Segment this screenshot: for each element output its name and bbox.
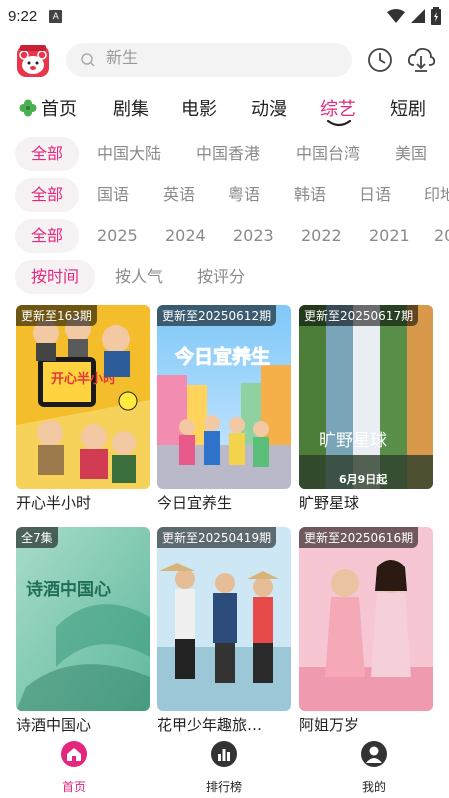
show-title: 今日宜养生 (157, 494, 233, 512)
nav-home-label: 首页 (61, 780, 86, 794)
show-title: 开心半小时 (16, 494, 92, 512)
search-placeholder: 新生 (106, 48, 139, 67)
bottom-navigation: 首页 排行榜 我的 (0, 734, 449, 798)
episode-badge: 更新至20250419期 (157, 527, 277, 548)
search-icon (81, 53, 95, 67)
tab-series[interactable]: 剧集 (113, 95, 149, 121)
filter-region-mainland[interactable]: 中国大陆 (97, 137, 161, 171)
filter-language-korean[interactable]: 韩语 (294, 178, 326, 212)
show-card[interactable]: 开心半小时 更新至163期 开心半小时 (16, 305, 150, 513)
filter-language-english[interactable]: 英语 (163, 178, 195, 212)
show-card[interactable]: 诗酒中国心 全7集 诗酒中国心 (16, 527, 150, 735)
filter-language-mandarin[interactable]: 国语 (97, 178, 129, 212)
wifi-icon (387, 9, 405, 23)
status-bar: 9:22 A (0, 0, 449, 32)
filter-year-2024[interactable]: 2024 (165, 219, 206, 253)
chart-icon (211, 741, 237, 767)
episode-badge: 更新至163期 (16, 305, 97, 326)
top-bar: 新生 (0, 40, 449, 84)
sort-by-time[interactable]: 按时间 (15, 260, 96, 294)
filter-year-2020[interactable]: 20 (434, 219, 449, 253)
filter-year-2022[interactable]: 2022 (301, 219, 342, 253)
poster-title-text: 今日宜养生 (174, 345, 270, 368)
nav-home[interactable]: 首页 (34, 740, 114, 795)
show-card[interactable]: 今日宜养生 更新至20250612期 今日宜养生 (157, 305, 291, 513)
active-tab-indicator (326, 119, 352, 127)
year-filter-row: 全部 2025 2024 2023 2022 2021 20 (0, 219, 449, 255)
episode-badge: 全7集 (16, 527, 58, 548)
tab-home-label: 首页 (41, 99, 77, 120)
poster-art: 诗酒中国心 (16, 527, 150, 711)
status-time: 9:22 (8, 7, 38, 25)
poster-art (157, 527, 291, 711)
poster-image: 开心半小时 更新至163期 (16, 305, 150, 489)
signal-icon (411, 9, 425, 23)
poster-art: 今日宜养生 (157, 305, 291, 489)
poster-image: 更新至20250419期 (157, 527, 291, 711)
app-notification-icon: A (49, 9, 63, 23)
home-icon (61, 741, 87, 767)
filter-year-2023[interactable]: 2023 (233, 219, 274, 253)
show-title: 花甲少年趣旅… (157, 716, 263, 734)
tab-movies[interactable]: 电影 (181, 95, 217, 121)
show-title: 诗酒中国心 (16, 716, 92, 734)
tab-anime[interactable]: 动漫 (251, 95, 287, 121)
show-title: 旷野星球 (299, 494, 360, 512)
region-filter-row: 全部 中国大陆 中国香港 中国台湾 美国 (0, 137, 449, 173)
nav-ranking-label: 排行榜 (205, 780, 242, 794)
poster-art: 开心半小时 (16, 305, 150, 489)
filter-region-usa[interactable]: 美国 (395, 137, 427, 171)
filter-region-all[interactable]: 全部 (15, 137, 80, 171)
language-filter-row: 全部 国语 英语 粤语 韩语 日语 印地 (0, 178, 449, 214)
poster-art: 旷野星球 6月9日起 (299, 305, 433, 489)
filter-language-cantonese[interactable]: 粤语 (228, 178, 260, 212)
episode-badge: 更新至20250612期 (157, 305, 277, 326)
filter-year-all[interactable]: 全部 (15, 219, 80, 253)
filter-region-hongkong[interactable]: 中国香港 (196, 137, 260, 171)
poster-art (299, 527, 433, 711)
show-card[interactable]: 旷野星球 6月9日起 更新至20250617期 旷野星球 (299, 305, 433, 513)
tab-short-drama[interactable]: 短剧 (390, 95, 426, 121)
episode-badge: 更新至20250617期 (299, 305, 419, 326)
nav-ranking[interactable]: 排行榜 (184, 740, 264, 795)
clover-icon (19, 99, 37, 117)
user-icon (361, 741, 387, 767)
tab-home[interactable]: 首页 (18, 95, 77, 121)
show-card[interactable]: 更新至20250419期 花甲少年趣旅… (157, 527, 291, 735)
poster-image: 今日宜养生 更新至20250612期 (157, 305, 291, 489)
sort-by-rating[interactable]: 按评分 (197, 260, 245, 294)
search-input[interactable]: 新生 (66, 43, 352, 77)
poster-subtitle-text: 6月9日起 (339, 472, 388, 486)
poster-title-text: 旷野星球 (319, 431, 387, 451)
nav-profile-label: 我的 (361, 780, 386, 794)
poster-image: 更新至20250616期 (299, 527, 433, 711)
filter-language-all[interactable]: 全部 (15, 178, 80, 212)
category-tabs: 首页 剧集 电影 动漫 综艺 短剧 (0, 91, 449, 131)
filter-year-2025[interactable]: 2025 (97, 219, 138, 253)
filter-language-hindi[interactable]: 印地 (424, 178, 449, 212)
show-title: 阿姐万岁 (299, 716, 360, 734)
filter-year-2021[interactable]: 2021 (369, 219, 410, 253)
episode-badge: 更新至20250616期 (299, 527, 419, 548)
filter-region-taiwan[interactable]: 中国台湾 (296, 137, 360, 171)
nav-profile[interactable]: 我的 (334, 740, 414, 795)
history-icon[interactable] (366, 46, 394, 74)
tab-variety[interactable]: 综艺 (320, 95, 356, 121)
cloud-download-icon[interactable] (406, 44, 436, 74)
bear-logo-icon (17, 45, 49, 77)
filter-language-japanese[interactable]: 日语 (359, 178, 391, 212)
poster-image: 诗酒中国心 全7集 (16, 527, 150, 711)
app-logo[interactable] (15, 43, 51, 79)
poster-title-text: 诗酒中国心 (26, 579, 111, 600)
sort-by-popularity[interactable]: 按人气 (115, 260, 163, 294)
poster-image: 旷野星球 6月9日起 更新至20250617期 (299, 305, 433, 489)
battery-icon (431, 7, 441, 25)
sort-filter-row: 按时间 按人气 按评分 (0, 260, 449, 296)
show-card[interactable]: 更新至20250616期 阿姐万岁 (299, 527, 433, 735)
